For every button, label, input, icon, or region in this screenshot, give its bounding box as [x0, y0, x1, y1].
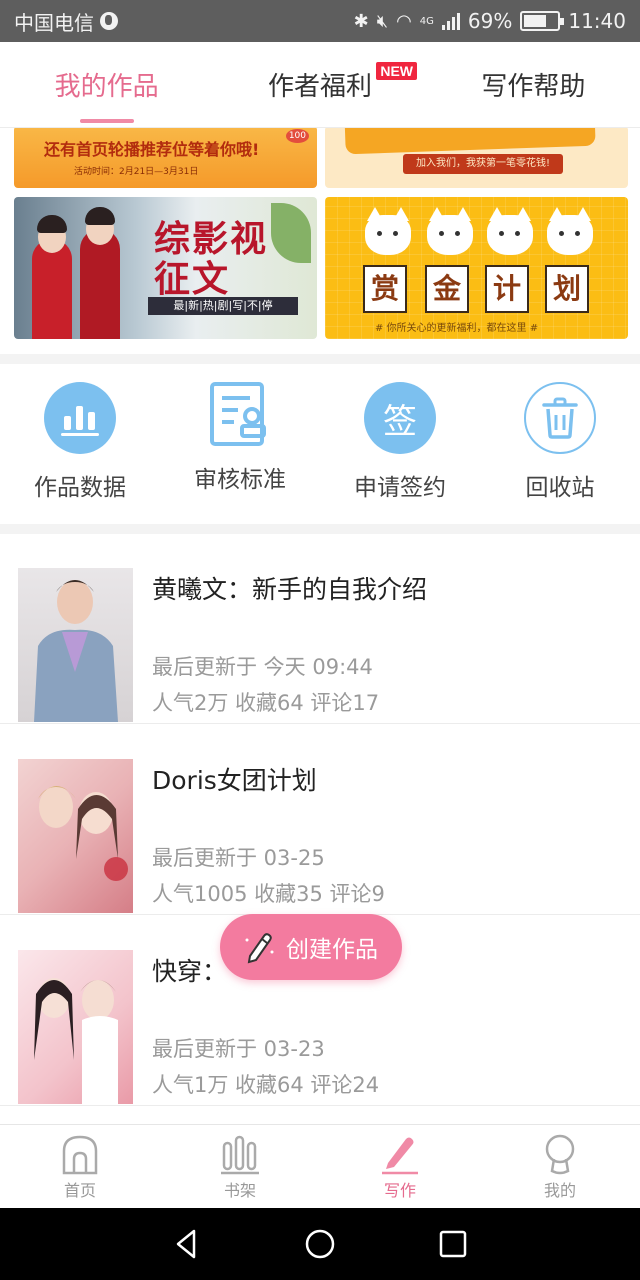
- checklist-icon: [208, 382, 272, 446]
- quick-action-label: 回收站: [525, 475, 595, 501]
- review-standards-button[interactable]: 审核标准: [160, 364, 320, 524]
- trash-icon: [524, 382, 596, 454]
- work-updated: 最后更新于 03-25: [152, 846, 325, 870]
- pencil-icon: [245, 933, 274, 964]
- fab-label: 创建作品: [286, 937, 378, 963]
- home-circle-icon[interactable]: [303, 1227, 337, 1261]
- quick-action-label: 申请签约: [354, 475, 446, 501]
- nav-label: 我的: [543, 1181, 576, 1200]
- bounty-char: 计: [485, 265, 529, 313]
- banner-text: 加入我们，我获第一笔零花钱!: [403, 154, 563, 174]
- battery-percent: 69%: [467, 9, 513, 33]
- pen-icon: [382, 1137, 418, 1175]
- banner-note: # 你所关心的更新福利，都在这里 #: [375, 323, 539, 334]
- work-cover-image: [18, 568, 133, 722]
- cat-illustration: [487, 207, 533, 255]
- tab-label: 写作帮助: [481, 72, 586, 102]
- nav-label: 写作: [383, 1181, 416, 1200]
- quick-actions: 作品数据 审核标准 签 申请签约 回收站: [0, 364, 640, 524]
- bookshelf-icon: [221, 1135, 259, 1175]
- bounty-char: 赏: [363, 265, 407, 313]
- work-item[interactable]: Doris女团计划 最后更新于 03-25 人气1005 收藏35 评论9: [0, 725, 640, 915]
- work-cover-image: [18, 759, 133, 913]
- bottom-nav: 首页 书架 写作 我的: [0, 1124, 640, 1208]
- section-divider: [0, 354, 640, 364]
- cat-illustration: [365, 207, 411, 255]
- recent-apps-icon[interactable]: [436, 1227, 470, 1261]
- banner-headline-shape: [344, 128, 596, 155]
- work-stats: 人气1005 收藏35 评论9: [152, 882, 385, 906]
- work-title: Doris女团计划: [152, 766, 317, 795]
- system-navigation-bar: [0, 1208, 640, 1280]
- works-data-button[interactable]: 作品数据: [0, 364, 160, 524]
- character-figure: [32, 239, 72, 339]
- signal-icon: [441, 12, 460, 30]
- banner-bounty-plan[interactable]: 赏 金 计 划 # 你所关心的更新福利，都在这里 #: [325, 197, 628, 339]
- home-icon: [62, 1135, 98, 1175]
- tab-author-benefits[interactable]: 作者福利 NEW: [213, 42, 426, 127]
- banner-subtitle: 最|新|热|剧|写|不|停: [148, 297, 298, 315]
- clock: 11:40: [568, 9, 626, 33]
- work-cover-image: [18, 950, 133, 1104]
- sign-icon-text: 签: [383, 401, 417, 442]
- tab-writing-help[interactable]: 写作帮助: [427, 42, 640, 127]
- banner-tag: 100: [285, 129, 309, 143]
- cat-illustration: [427, 207, 473, 255]
- banner-tv-fanfic-contest[interactable]: 综影视征文 最|新|热|剧|写|不|停: [14, 197, 317, 339]
- work-stats: 人气2万 收藏64 评论17: [152, 691, 380, 715]
- mute-icon: 🔇︎: [376, 10, 389, 32]
- nav-profile[interactable]: 我的: [480, 1125, 640, 1208]
- tab-label: 作者福利: [267, 72, 372, 102]
- nav-label: 首页: [63, 1181, 96, 1200]
- top-tabs: 我的作品 作者福利 NEW 写作帮助: [0, 42, 640, 128]
- status-bar: 中国电信 ✱ 🔇︎ ◠ 4G 69% 11:40: [0, 0, 640, 42]
- banner-grid: 还有首页轮播推荐位等着你哦! 活动时间：2月21日—3月31日 100 加入我们…: [0, 128, 640, 354]
- work-title: 黄曦文：新手的自我介绍: [152, 575, 428, 604]
- tab-my-works[interactable]: 我的作品: [0, 42, 213, 127]
- works-list: 黄曦文：新手的自我介绍 最后更新于 今天 09:44 人气2万 收藏64 评论1…: [0, 534, 640, 1124]
- banner-homepage-carousel[interactable]: 还有首页轮播推荐位等着你哦! 活动时间：2月21日—3月31日 100: [14, 128, 317, 188]
- bounty-char: 划: [545, 265, 589, 313]
- battery-icon: [520, 11, 565, 31]
- banner-text: 还有首页轮播推荐位等着你哦!: [44, 140, 260, 159]
- bar-chart-icon: [44, 382, 116, 454]
- banner-date: 活动时间：2月21日—3月31日: [74, 167, 199, 177]
- wifi-icon: ◠: [396, 10, 412, 32]
- new-badge: NEW: [376, 62, 417, 80]
- work-updated: 最后更新于 今天 09:44: [152, 655, 373, 679]
- quick-action-label: 作品数据: [34, 475, 126, 501]
- section-divider: [0, 524, 640, 534]
- banner-title: 综影视征文: [154, 218, 269, 300]
- sign-icon: 签: [364, 382, 436, 454]
- nav-bookshelf[interactable]: 书架: [160, 1125, 320, 1208]
- banner-join-us[interactable]: 加入我们，我获第一笔零花钱!: [325, 128, 628, 188]
- profile-icon: [545, 1134, 575, 1175]
- nav-writing[interactable]: 写作: [320, 1125, 480, 1208]
- apply-contract-button[interactable]: 签 申请签约: [320, 364, 480, 524]
- network-type: 4G: [419, 15, 434, 27]
- work-updated: 最后更新于 03-23: [152, 1037, 325, 1061]
- active-tab-indicator: [79, 119, 134, 123]
- carrier-label: 中国电信: [14, 10, 94, 35]
- back-icon[interactable]: [170, 1227, 204, 1261]
- quick-action-label: 审核标准: [194, 467, 286, 493]
- create-work-button[interactable]: 创建作品: [220, 914, 402, 980]
- recycle-bin-button[interactable]: 回收站: [480, 364, 640, 524]
- work-stats: 人气1万 收藏64 评论24: [152, 1073, 380, 1097]
- character-hair: [85, 207, 115, 225]
- work-item[interactable]: 黄曦文：新手的自我介绍 最后更新于 今天 09:44 人气2万 收藏64 评论1…: [0, 534, 640, 724]
- globe-icon: [100, 12, 118, 30]
- bluetooth-icon: ✱: [353, 10, 369, 32]
- tab-label: 我的作品: [54, 72, 159, 102]
- nav-label: 书架: [223, 1181, 256, 1200]
- work-title: 快穿：: [152, 957, 228, 986]
- cat-illustration: [547, 207, 593, 255]
- nav-home[interactable]: 首页: [0, 1125, 160, 1208]
- character-hair: [37, 215, 67, 233]
- character-figure: [80, 229, 120, 339]
- bounty-char: 金: [425, 265, 469, 313]
